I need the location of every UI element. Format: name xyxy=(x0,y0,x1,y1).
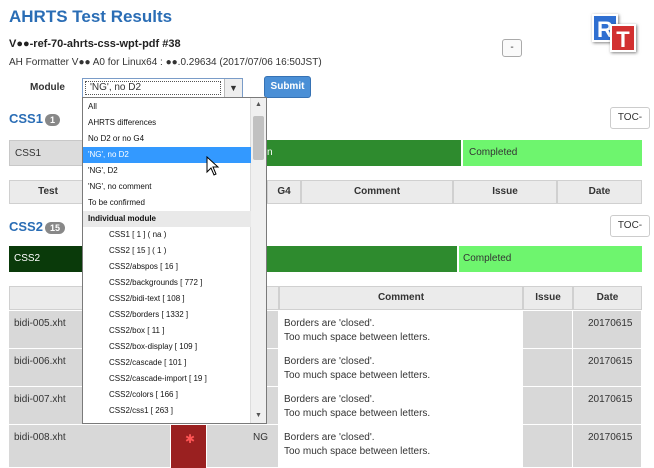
status-text: Completed xyxy=(463,253,512,264)
date-cell: 20170615 xyxy=(573,387,642,425)
issue-cell xyxy=(523,425,573,468)
issue-cell xyxy=(523,311,573,349)
dropdown-option[interactable]: CSS2/abspos [ 16 ] xyxy=(83,259,251,275)
dropdown-option[interactable]: To be confirmed xyxy=(83,195,251,211)
column-header-issue[interactable]: Issue xyxy=(523,286,573,310)
test-name[interactable]: bidi-007.xht xyxy=(14,394,66,405)
dropdown-option[interactable]: 'NG', no D2 xyxy=(83,147,251,163)
comment-cell: Borders are 'closed'. Too much space bet… xyxy=(279,311,523,349)
dropdown-scrollbar[interactable]: ▲ ▼ xyxy=(250,98,266,423)
dropdown-option[interactable]: CSS2/cascade [ 101 ] xyxy=(83,355,251,371)
result-cell: ✱ xyxy=(171,425,207,468)
column-header-date[interactable]: Date xyxy=(573,286,642,310)
page-title: AHRTS Test Results xyxy=(9,7,173,26)
logo: R T xyxy=(592,14,642,56)
comment-line: Too much space between letters. xyxy=(284,446,431,457)
column-header-date[interactable]: Date xyxy=(557,180,642,204)
date-text: 20170615 xyxy=(588,394,633,405)
result-text: NG xyxy=(253,432,268,443)
submit-button[interactable]: Submit xyxy=(264,76,311,98)
comment-line: Borders are 'closed'. xyxy=(284,432,375,443)
comment-line: Too much space between letters. xyxy=(284,370,431,381)
comment-line: Borders are 'closed'. xyxy=(284,394,375,405)
dropdown-option[interactable]: CSS2/cascade-import [ 19 ] xyxy=(83,371,251,387)
toc-button-css1[interactable]: TOC- xyxy=(610,107,650,129)
module-select-value: 'NG', no D2 xyxy=(85,81,221,95)
date-text: 20170615 xyxy=(588,356,633,367)
dropdown-option[interactable]: No D2 or no G4 xyxy=(83,131,251,147)
dropdown-option[interactable]: CSS2 [ 15 ] ( 1 ) xyxy=(83,243,251,259)
test-name[interactable]: bidi-008.xht xyxy=(14,432,66,443)
css2-status: Completed xyxy=(459,246,642,272)
css2-summary-label-cell: CSS2 xyxy=(9,246,84,272)
test-name[interactable]: bidi-005.xht xyxy=(14,318,66,329)
dropdown-option[interactable]: 'NG', no comment xyxy=(83,179,251,195)
dropdown-option[interactable]: CSS1 [ 1 ] ( na ) xyxy=(83,227,251,243)
module-label: Module xyxy=(30,82,65,93)
date-cell: 20170615 xyxy=(573,311,642,349)
section-css2-heading[interactable]: CSS2 15 xyxy=(9,219,65,234)
section-title: CSS1 xyxy=(9,111,43,126)
comment-line: Too much space between letters. xyxy=(284,408,431,419)
dropdown-option[interactable]: 'NG', D2 xyxy=(83,163,251,179)
test-name[interactable]: bidi-006.xht xyxy=(14,356,66,367)
dropdown-option[interactable]: AHRTS differences xyxy=(83,115,251,131)
formatter-version: AH Formatter V●● A0 for Linux64 : ●●.0.2… xyxy=(9,57,322,68)
dropdown-option[interactable]: CSS2/backgrounds [ 772 ] xyxy=(83,275,251,291)
dropdown-option[interactable]: CSS2/colors [ 166 ] xyxy=(83,387,251,403)
logo-t: T xyxy=(610,24,636,52)
dropdown-option[interactable]: All xyxy=(83,99,251,115)
page: AHRTS Test Results V●●-ref-70-ahrts-css-… xyxy=(0,0,654,468)
comment-line: Too much space between letters. xyxy=(284,332,431,343)
column-header-test[interactable]: Test xyxy=(9,180,87,204)
dropdown-option[interactable]: CSS2/box [ 11 ] xyxy=(83,323,251,339)
count-badge: 15 xyxy=(44,221,65,234)
g4-cell: NG xyxy=(207,425,279,468)
section-css1-heading[interactable]: CSS1 1 xyxy=(9,111,60,126)
dropdown-option[interactable]: CSS2/box-display [ 109 ] xyxy=(83,339,251,355)
dropdown-option[interactable]: CSS2/css1 [ 263 ] xyxy=(83,403,251,419)
section-title: CSS2 xyxy=(9,219,43,234)
date-cell: 20170615 xyxy=(573,425,642,468)
mouse-cursor-icon xyxy=(206,156,220,176)
comment-line: Borders are 'closed'. xyxy=(284,356,375,367)
status-text: Completed xyxy=(469,147,518,158)
collapse-button[interactable]: - xyxy=(502,39,522,57)
dropdown-option[interactable]: CSS2/borders [ 1332 ] xyxy=(83,307,251,323)
scroll-down-icon[interactable]: ▼ xyxy=(251,409,266,423)
date-text: 20170615 xyxy=(588,432,633,443)
date-text: 20170615 xyxy=(588,318,633,329)
css1-summary-label-cell: CSS1 xyxy=(9,140,83,166)
table-row[interactable]: bidi-008.xht ✱ NG Borders are 'closed'. … xyxy=(9,425,642,468)
column-header-g4[interactable]: G4 xyxy=(267,180,301,204)
css1-status: Completed xyxy=(463,140,642,166)
count-badge: 1 xyxy=(44,113,60,126)
module-select[interactable]: 'NG', no D2 ▼ xyxy=(82,78,243,98)
column-header-comment[interactable]: Comment xyxy=(279,286,523,310)
module-dropdown-list[interactable]: ▲ ▼ All AHRTS differences No D2 or no G4 'N… xyxy=(82,97,267,424)
dropdown-group-label: Individual module xyxy=(83,211,251,227)
summary-label: CSS1 xyxy=(15,148,42,159)
chevron-down-icon[interactable]: ▼ xyxy=(224,79,242,97)
css1-progress-bar: n xyxy=(267,140,461,166)
build-name: V●●-ref-70-ahrts-css-wpt-pdf #38 xyxy=(9,38,181,50)
summary-label: CSS2 xyxy=(14,253,41,264)
column-header-comment[interactable]: Comment xyxy=(301,180,453,204)
css2-progress-bar xyxy=(267,246,457,272)
fail-mark-icon: ✱ xyxy=(185,432,196,446)
comment-cell: Borders are 'closed'. Too much space bet… xyxy=(279,349,523,387)
scroll-up-icon[interactable]: ▲ xyxy=(251,98,266,112)
comment-line: Borders are 'closed'. xyxy=(284,318,375,329)
scroll-thumb[interactable] xyxy=(253,116,264,160)
comment-cell: Borders are 'closed'. Too much space bet… xyxy=(279,387,523,425)
toc-button-css2[interactable]: TOC- xyxy=(610,215,650,237)
dropdown-option[interactable]: CSS2/bidi-text [ 108 ] xyxy=(83,291,251,307)
issue-cell xyxy=(523,349,573,387)
comment-cell: Borders are 'closed'. Too much space bet… xyxy=(279,425,523,468)
column-header-issue[interactable]: Issue xyxy=(453,180,557,204)
progress-label: n xyxy=(267,147,273,158)
test-cell: bidi-008.xht xyxy=(9,425,171,468)
date-cell: 20170615 xyxy=(573,349,642,387)
issue-cell xyxy=(523,387,573,425)
